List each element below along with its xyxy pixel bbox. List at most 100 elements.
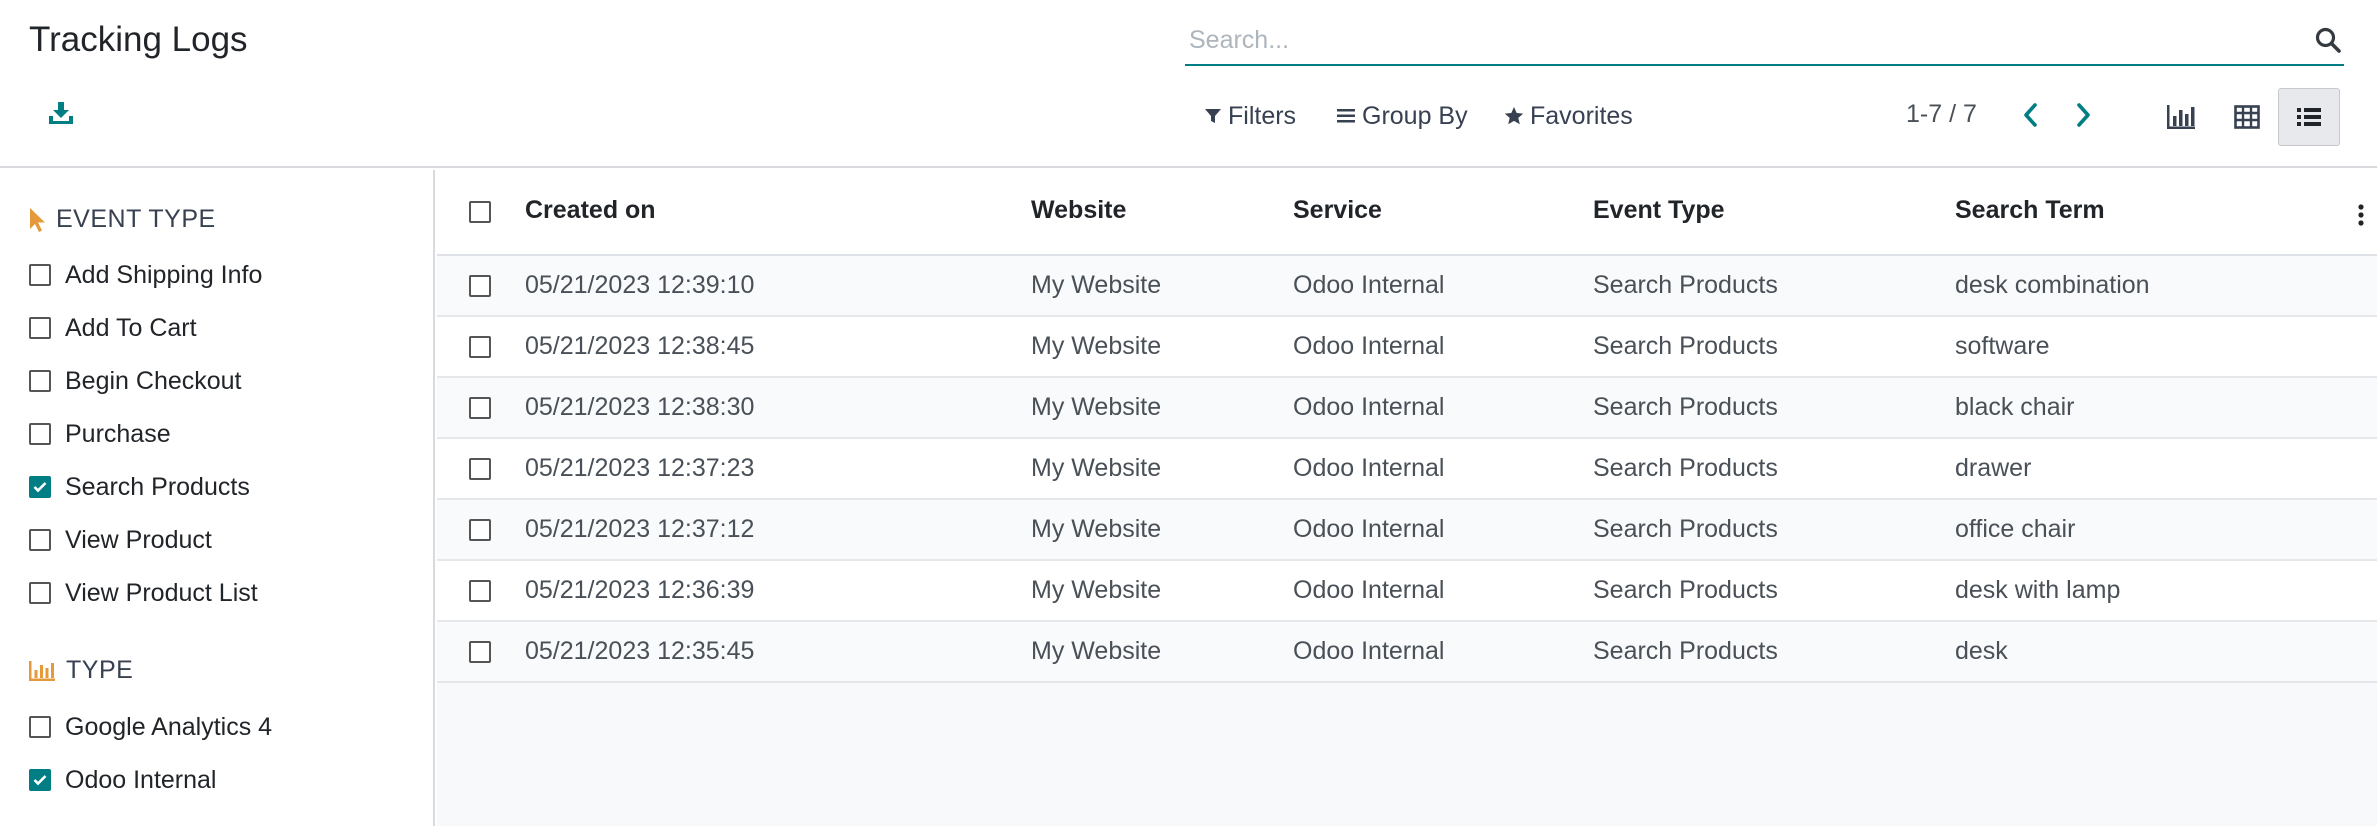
facet-odoo-internal[interactable]: Odoo Internal: [29, 765, 217, 795]
facet-begin-checkout[interactable]: Begin Checkout: [29, 366, 242, 396]
facet-add-to-cart[interactable]: Add To Cart: [29, 313, 197, 343]
facet-label: Begin Checkout: [65, 366, 242, 395]
download-button[interactable]: [46, 98, 76, 128]
facet-checkbox-checked[interactable]: [29, 476, 51, 498]
row-checkbox[interactable]: [469, 641, 491, 663]
cell-event-type: Search Products: [1593, 271, 1778, 299]
facet-label: View Product: [65, 525, 212, 554]
type-section-title: TYPE: [66, 656, 134, 684]
group-by-label: Group By: [1362, 101, 1468, 130]
table-row[interactable]: 05/21/2023 12:39:10 My Website Odoo Inte…: [437, 256, 2377, 317]
row-checkbox[interactable]: [469, 336, 491, 358]
cell-search-term: office chair: [1955, 515, 2076, 543]
cell-created-on: 05/21/2023 12:37:12: [525, 515, 755, 543]
control-panel: Tracking Logs Filters Group By: [0, 0, 2377, 168]
cell-event-type: Search Products: [1593, 332, 1778, 360]
facet-checkbox[interactable]: [29, 317, 51, 339]
download-icon: [49, 102, 73, 124]
star-icon: [1504, 107, 1524, 125]
pivot-view-button[interactable]: [2216, 88, 2278, 146]
list-view: Created on Website Service Event Type Se…: [437, 170, 2377, 826]
bar-chart-icon: [2167, 105, 2195, 129]
facet-checkbox[interactable]: [29, 423, 51, 445]
facet-label: Google Analytics 4: [65, 712, 273, 741]
column-header-website[interactable]: Website: [1031, 196, 1126, 225]
table-row[interactable]: 05/21/2023 12:36:39 My Website Odoo Inte…: [437, 561, 2377, 622]
row-checkbox[interactable]: [469, 397, 491, 419]
facet-checkbox[interactable]: [29, 582, 51, 604]
filters-label: Filters: [1228, 101, 1297, 130]
facet-view-product-list[interactable]: View Product List: [29, 578, 258, 608]
optional-columns-toggle[interactable]: [2351, 202, 2371, 228]
cell-service: Odoo Internal: [1293, 576, 1445, 604]
chevron-left-icon: [2024, 103, 2037, 127]
row-checkbox[interactable]: [469, 580, 491, 602]
facet-checkbox[interactable]: [29, 264, 51, 286]
cell-website: My Website: [1031, 271, 1162, 299]
column-header-search-term[interactable]: Search Term: [1955, 196, 2105, 225]
facet-google-analytics-4[interactable]: Google Analytics 4: [29, 712, 272, 742]
facet-purchase[interactable]: Purchase: [29, 419, 171, 449]
cell-service: Odoo Internal: [1293, 271, 1445, 299]
row-checkbox[interactable]: [469, 275, 491, 297]
table-row[interactable]: 05/21/2023 12:37:12 My Website Odoo Inte…: [437, 500, 2377, 561]
cell-service: Odoo Internal: [1293, 332, 1445, 360]
table-row[interactable]: 05/21/2023 12:35:45 My Website Odoo Inte…: [437, 622, 2377, 683]
table-row[interactable]: 05/21/2023 12:38:30 My Website Odoo Inte…: [437, 378, 2377, 439]
facet-label: Purchase: [65, 419, 171, 448]
event-type-section-header: EVENT TYPE: [28, 205, 216, 234]
search-bar: [1185, 14, 2344, 66]
cell-search-term: desk: [1955, 637, 2008, 665]
cell-website: My Website: [1031, 515, 1162, 543]
table-icon: [2234, 105, 2260, 129]
cell-created-on: 05/21/2023 12:39:10: [525, 271, 755, 299]
table-row[interactable]: 05/21/2023 12:38:45 My Website Odoo Inte…: [437, 317, 2377, 378]
row-checkbox[interactable]: [469, 458, 491, 480]
cell-service: Odoo Internal: [1293, 515, 1445, 543]
facet-checkbox[interactable]: [29, 370, 51, 392]
cell-event-type: Search Products: [1593, 454, 1778, 482]
pager-value[interactable]: 1-7 / 7: [1906, 100, 1977, 129]
column-header-created-on[interactable]: Created on: [525, 196, 656, 225]
search-icon[interactable]: [2312, 24, 2344, 56]
facet-label: View Product List: [65, 578, 258, 607]
search-input[interactable]: [1189, 20, 2289, 60]
cell-event-type: Search Products: [1593, 515, 1778, 543]
facet-label: Add Shipping Info: [65, 260, 263, 289]
cell-event-type: Search Products: [1593, 637, 1778, 665]
column-header-service[interactable]: Service: [1293, 196, 1382, 225]
graph-view-button[interactable]: [2150, 88, 2212, 146]
facet-checkbox-checked[interactable]: [29, 769, 51, 791]
facet-search-products[interactable]: Search Products: [29, 472, 250, 502]
cell-event-type: Search Products: [1593, 576, 1778, 604]
list-view-button[interactable]: [2278, 88, 2340, 146]
cell-created-on: 05/21/2023 12:38:45: [525, 332, 755, 360]
pager-next-button[interactable]: [2069, 100, 2099, 130]
facet-label: Search Products: [65, 472, 250, 501]
pointer-icon: [30, 207, 45, 232]
event-type-section-title: EVENT TYPE: [56, 205, 216, 233]
facet-checkbox[interactable]: [29, 529, 51, 551]
cell-website: My Website: [1031, 454, 1162, 482]
check-icon: [33, 482, 47, 493]
cell-search-term: desk combination: [1955, 271, 2150, 299]
cell-website: My Website: [1031, 332, 1162, 360]
pager-previous-button[interactable]: [2015, 100, 2045, 130]
column-header-event-type[interactable]: Event Type: [1593, 196, 1725, 225]
row-checkbox[interactable]: [469, 519, 491, 541]
filters-button[interactable]: Filters: [1204, 100, 1296, 132]
select-all-checkbox[interactable]: [469, 201, 491, 223]
favorites-label: Favorites: [1530, 101, 1633, 130]
cell-search-term: software: [1955, 332, 2050, 360]
cell-event-type: Search Products: [1593, 393, 1778, 421]
facet-label: Odoo Internal: [65, 765, 217, 794]
group-by-button[interactable]: Group By: [1336, 100, 1468, 132]
cell-service: Odoo Internal: [1293, 454, 1445, 482]
facet-checkbox[interactable]: [29, 716, 51, 738]
cell-service: Odoo Internal: [1293, 637, 1445, 665]
cell-search-term: drawer: [1955, 454, 2032, 482]
favorites-button[interactable]: Favorites: [1504, 100, 1633, 132]
facet-view-product[interactable]: View Product: [29, 525, 212, 555]
table-row[interactable]: 05/21/2023 12:37:23 My Website Odoo Inte…: [437, 439, 2377, 500]
facet-add-shipping-info[interactable]: Add Shipping Info: [29, 260, 262, 290]
